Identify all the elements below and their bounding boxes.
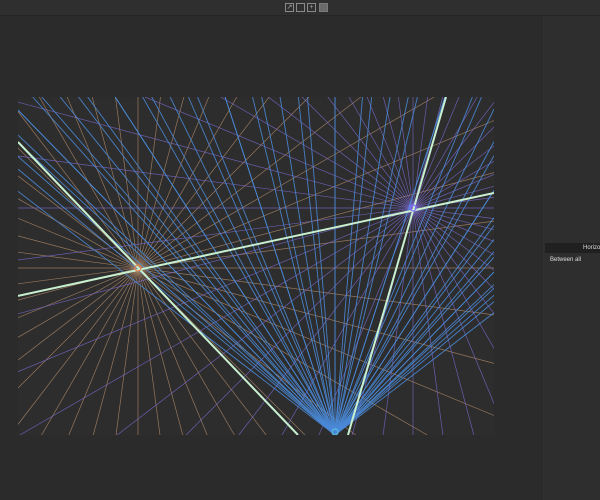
between-all-option[interactable]: Between all — [550, 257, 581, 263]
external-link-icon[interactable]: ↗ — [285, 3, 294, 12]
horizon-header[interactable]: Horizon — [545, 243, 600, 253]
fit-icon[interactable]: + — [307, 3, 316, 12]
frame-icon[interactable] — [296, 3, 305, 12]
right-panel: Horizon Between all — [541, 16, 600, 500]
canvas-background — [18, 97, 494, 435]
top-toolbar: ↗ + — [0, 0, 600, 16]
grid-icon[interactable] — [319, 3, 328, 12]
perspective-grid-canvas[interactable] — [18, 97, 494, 435]
